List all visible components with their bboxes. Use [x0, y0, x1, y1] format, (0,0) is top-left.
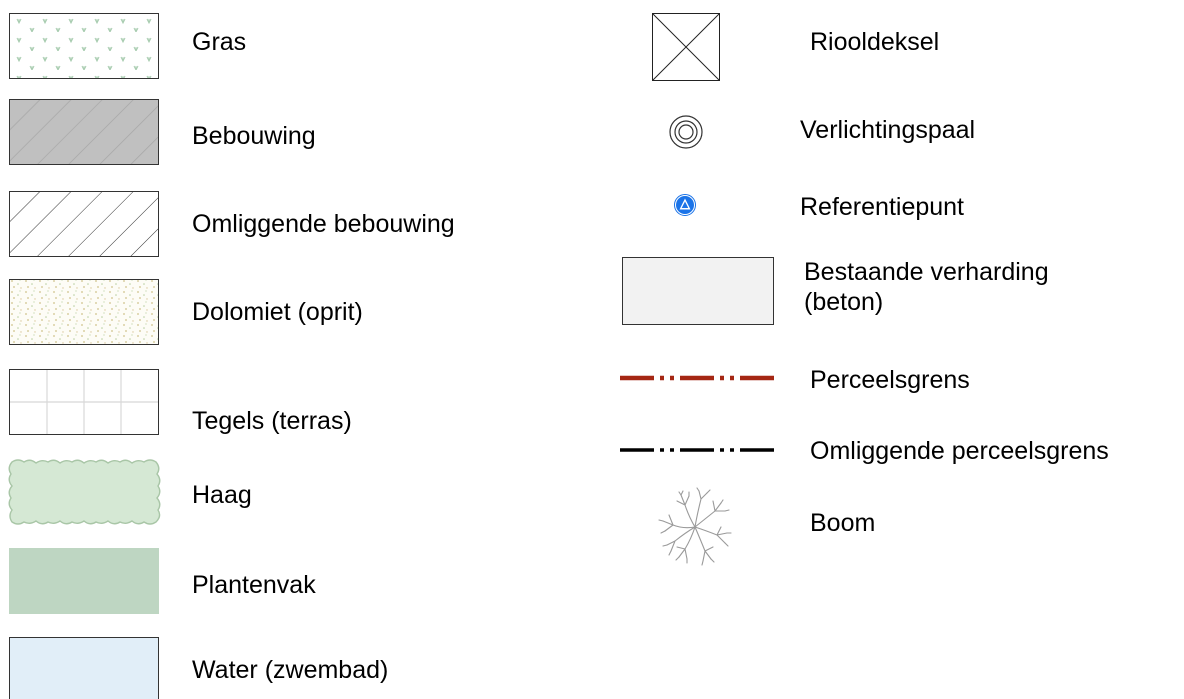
haag-swatch: [6, 456, 164, 528]
verlichtingspaal-icon: [668, 114, 704, 150]
legend-label-referentiepunt: Referentiepunt: [800, 193, 965, 221]
gras-swatch: [9, 13, 159, 79]
legend-label-perceelsgrens: Perceelsgrens: [810, 366, 970, 394]
legend-label-riooldeksel: Riooldeksel: [810, 28, 940, 56]
riooldeksel-symbol: [652, 13, 720, 81]
dolomiet-swatch: [9, 279, 159, 345]
water-swatch: [9, 637, 159, 699]
legend-label-plantenvak: Plantenvak: [192, 571, 316, 599]
plantenvak-swatch: [9, 548, 159, 614]
legend-label-omliggende-bebouwing: Omliggende bebouwing: [192, 210, 455, 238]
legend-label-tegels: Tegels (terras): [192, 407, 352, 435]
legend-label-haag: Haag: [192, 481, 252, 509]
legend-label-gras: Gras: [192, 28, 247, 56]
omliggende-bebouwing-swatch: [9, 191, 159, 257]
legend-label-dolomiet: Dolomiet (oprit): [192, 298, 363, 326]
legend-label-bebouwing: Bebouwing: [192, 122, 316, 150]
omliggende-perceelsgrens-line: [620, 442, 778, 458]
referentiepunt-icon: [674, 194, 696, 216]
bebouwing-swatch: [9, 99, 159, 165]
legend-label-bestaande-verharding: Bestaande verharding (beton): [804, 258, 1049, 316]
tegels-swatch: [9, 369, 159, 435]
legend-label-omliggende-perceelsgrens: Omliggende perceelsgrens: [810, 437, 1109, 465]
legend-label-verlichtingspaal: Verlichtingspaal: [800, 116, 976, 144]
bestaande-verharding-swatch: [622, 257, 774, 325]
boom-icon: [655, 487, 735, 567]
legend-label-boom: Boom: [810, 509, 876, 537]
perceelsgrens-line: [620, 370, 778, 386]
legend-label-water: Water (zwembad): [192, 656, 389, 684]
